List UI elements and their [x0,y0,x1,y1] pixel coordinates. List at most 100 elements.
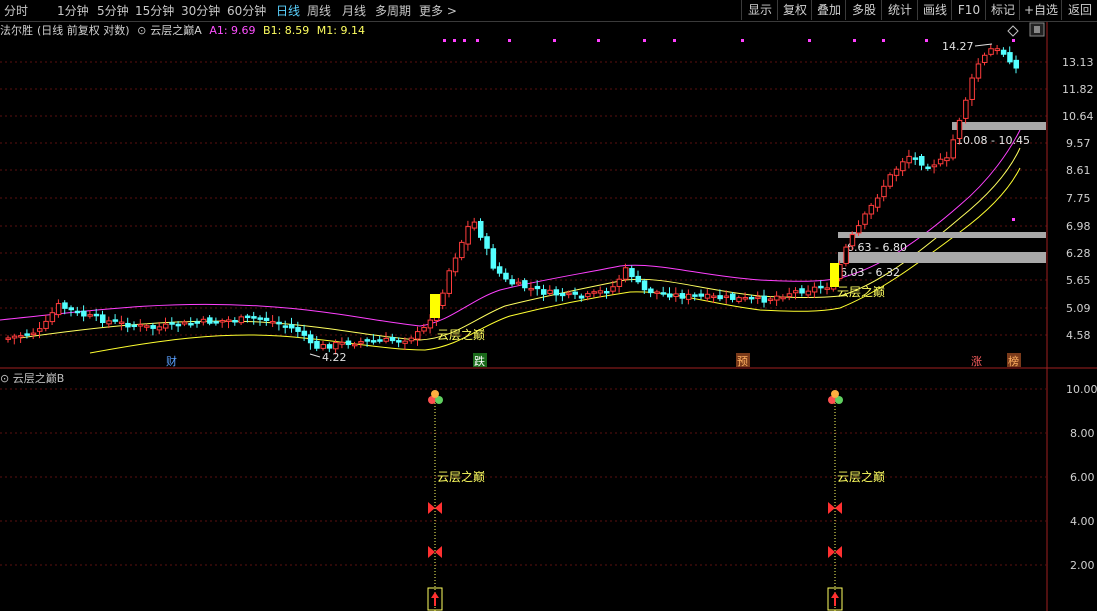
candle-body [137,324,144,327]
candle-body [692,294,698,297]
price-axis: 13.13 11.82 10.64 9.57 8.61 7.75 6.98 6.… [1062,56,1094,342]
candle-body [181,321,188,325]
candle-body [232,319,238,323]
up-arrow-box-icon [427,587,443,611]
candle-body [169,322,175,325]
diamond-icon [1007,25,1019,37]
candle-body [553,289,560,296]
candle-body [1013,59,1019,69]
candle-body [150,325,156,329]
sub-tick: 8.00 [1070,427,1095,440]
candle-body [919,156,925,166]
sub-tick: 6.00 [1070,471,1095,484]
scroll-button-glyph [1034,26,1040,33]
candle-body [383,337,389,342]
candle-body [408,337,415,342]
price-tick: 5.09 [1066,302,1091,315]
event-marker-die: 跌 [474,354,485,368]
candle-body [207,317,213,324]
candle-body [881,185,887,198]
candle-body [49,312,56,323]
candle-body [641,280,648,291]
candle-body [465,226,471,245]
candle-body [503,272,509,280]
candle-body [578,295,585,299]
candle-body [263,317,270,321]
candle-body [522,280,528,289]
candle-body [673,293,679,297]
candle-body [799,288,805,294]
candle-body [868,204,875,215]
candle-body [622,267,629,280]
sub-signals: 云层之巅 云层之巅 [427,390,885,611]
sub-chart-name[interactable]: 云层之巅B [13,372,65,385]
candle-body [698,293,704,297]
candle-body [528,287,534,291]
candle-body [969,77,975,100]
candle-body [459,241,465,259]
candle-body [730,293,736,300]
price-tick: 6.98 [1066,220,1091,233]
low-price-label: 4.22 [322,351,347,364]
candle-body [163,323,169,329]
candle-body [377,339,383,342]
sub-chart-title: ⊙ 云层之巅B [0,370,64,386]
candle-body [793,290,799,294]
candle-body [295,327,301,332]
fruit-cluster-icon [828,390,843,404]
candle-body [74,310,81,314]
indicator-settings-icon[interactable]: ⊙ [0,372,9,385]
sub-grid [0,388,1047,566]
price-tick: 4.58 [1066,329,1091,342]
candle-body [786,293,793,297]
candle-body [112,319,119,322]
candle-body [566,292,572,296]
candle-body [982,54,988,63]
candle-body [345,340,352,346]
event-markers: 财 跌 预 涨 榜 [165,353,1021,368]
sub-tick: 2.00 [1070,559,1095,572]
candle-body [276,321,282,325]
sub-axis: 10.00 8.00 6.00 4.00 2.00 [1066,383,1097,572]
candle-body [874,197,881,208]
candle-body [251,316,257,319]
candle-body [490,248,497,269]
price-tick: 5.65 [1066,274,1091,287]
candle-body [893,168,900,176]
candle-body [887,174,893,187]
candle-body [648,288,654,294]
butterfly-icon [828,502,842,514]
candle-body [396,340,402,343]
kline-chart[interactable]: 13.13 11.82 10.64 9.57 8.61 7.75 6.98 6.… [0,0,1097,611]
candle-body [125,322,131,328]
candle-body [597,290,604,294]
candle-body [604,290,610,294]
candle-body [402,340,408,344]
sub-tick: 4.00 [1070,515,1095,528]
price-tick: 11.82 [1062,83,1094,96]
price-tick: 9.57 [1066,137,1091,150]
candle-body [446,270,452,294]
candle-body [780,296,786,300]
candle-body [956,119,963,139]
candle-body [81,310,87,317]
price-zones: 10.08 - 10.45 6.63 - 6.80 6.03 - 6.32 [838,122,1046,279]
candle-body [900,161,906,172]
candle-body [314,340,320,349]
candle-body [742,297,749,300]
candle-body [931,164,938,168]
candle-body [509,279,515,285]
candle-body [963,99,969,119]
sub-signal-label: 云层之巅 [837,470,885,484]
candle-body [811,286,818,293]
candle-body [226,319,232,322]
candle-body [912,157,919,160]
candle-body [282,325,289,328]
candle-body [131,324,137,328]
candle-body [975,63,982,79]
candle-body [610,286,616,292]
candle-body [118,321,125,325]
candle-body [667,293,673,298]
candle-body [440,292,446,306]
candle-body [629,268,635,278]
